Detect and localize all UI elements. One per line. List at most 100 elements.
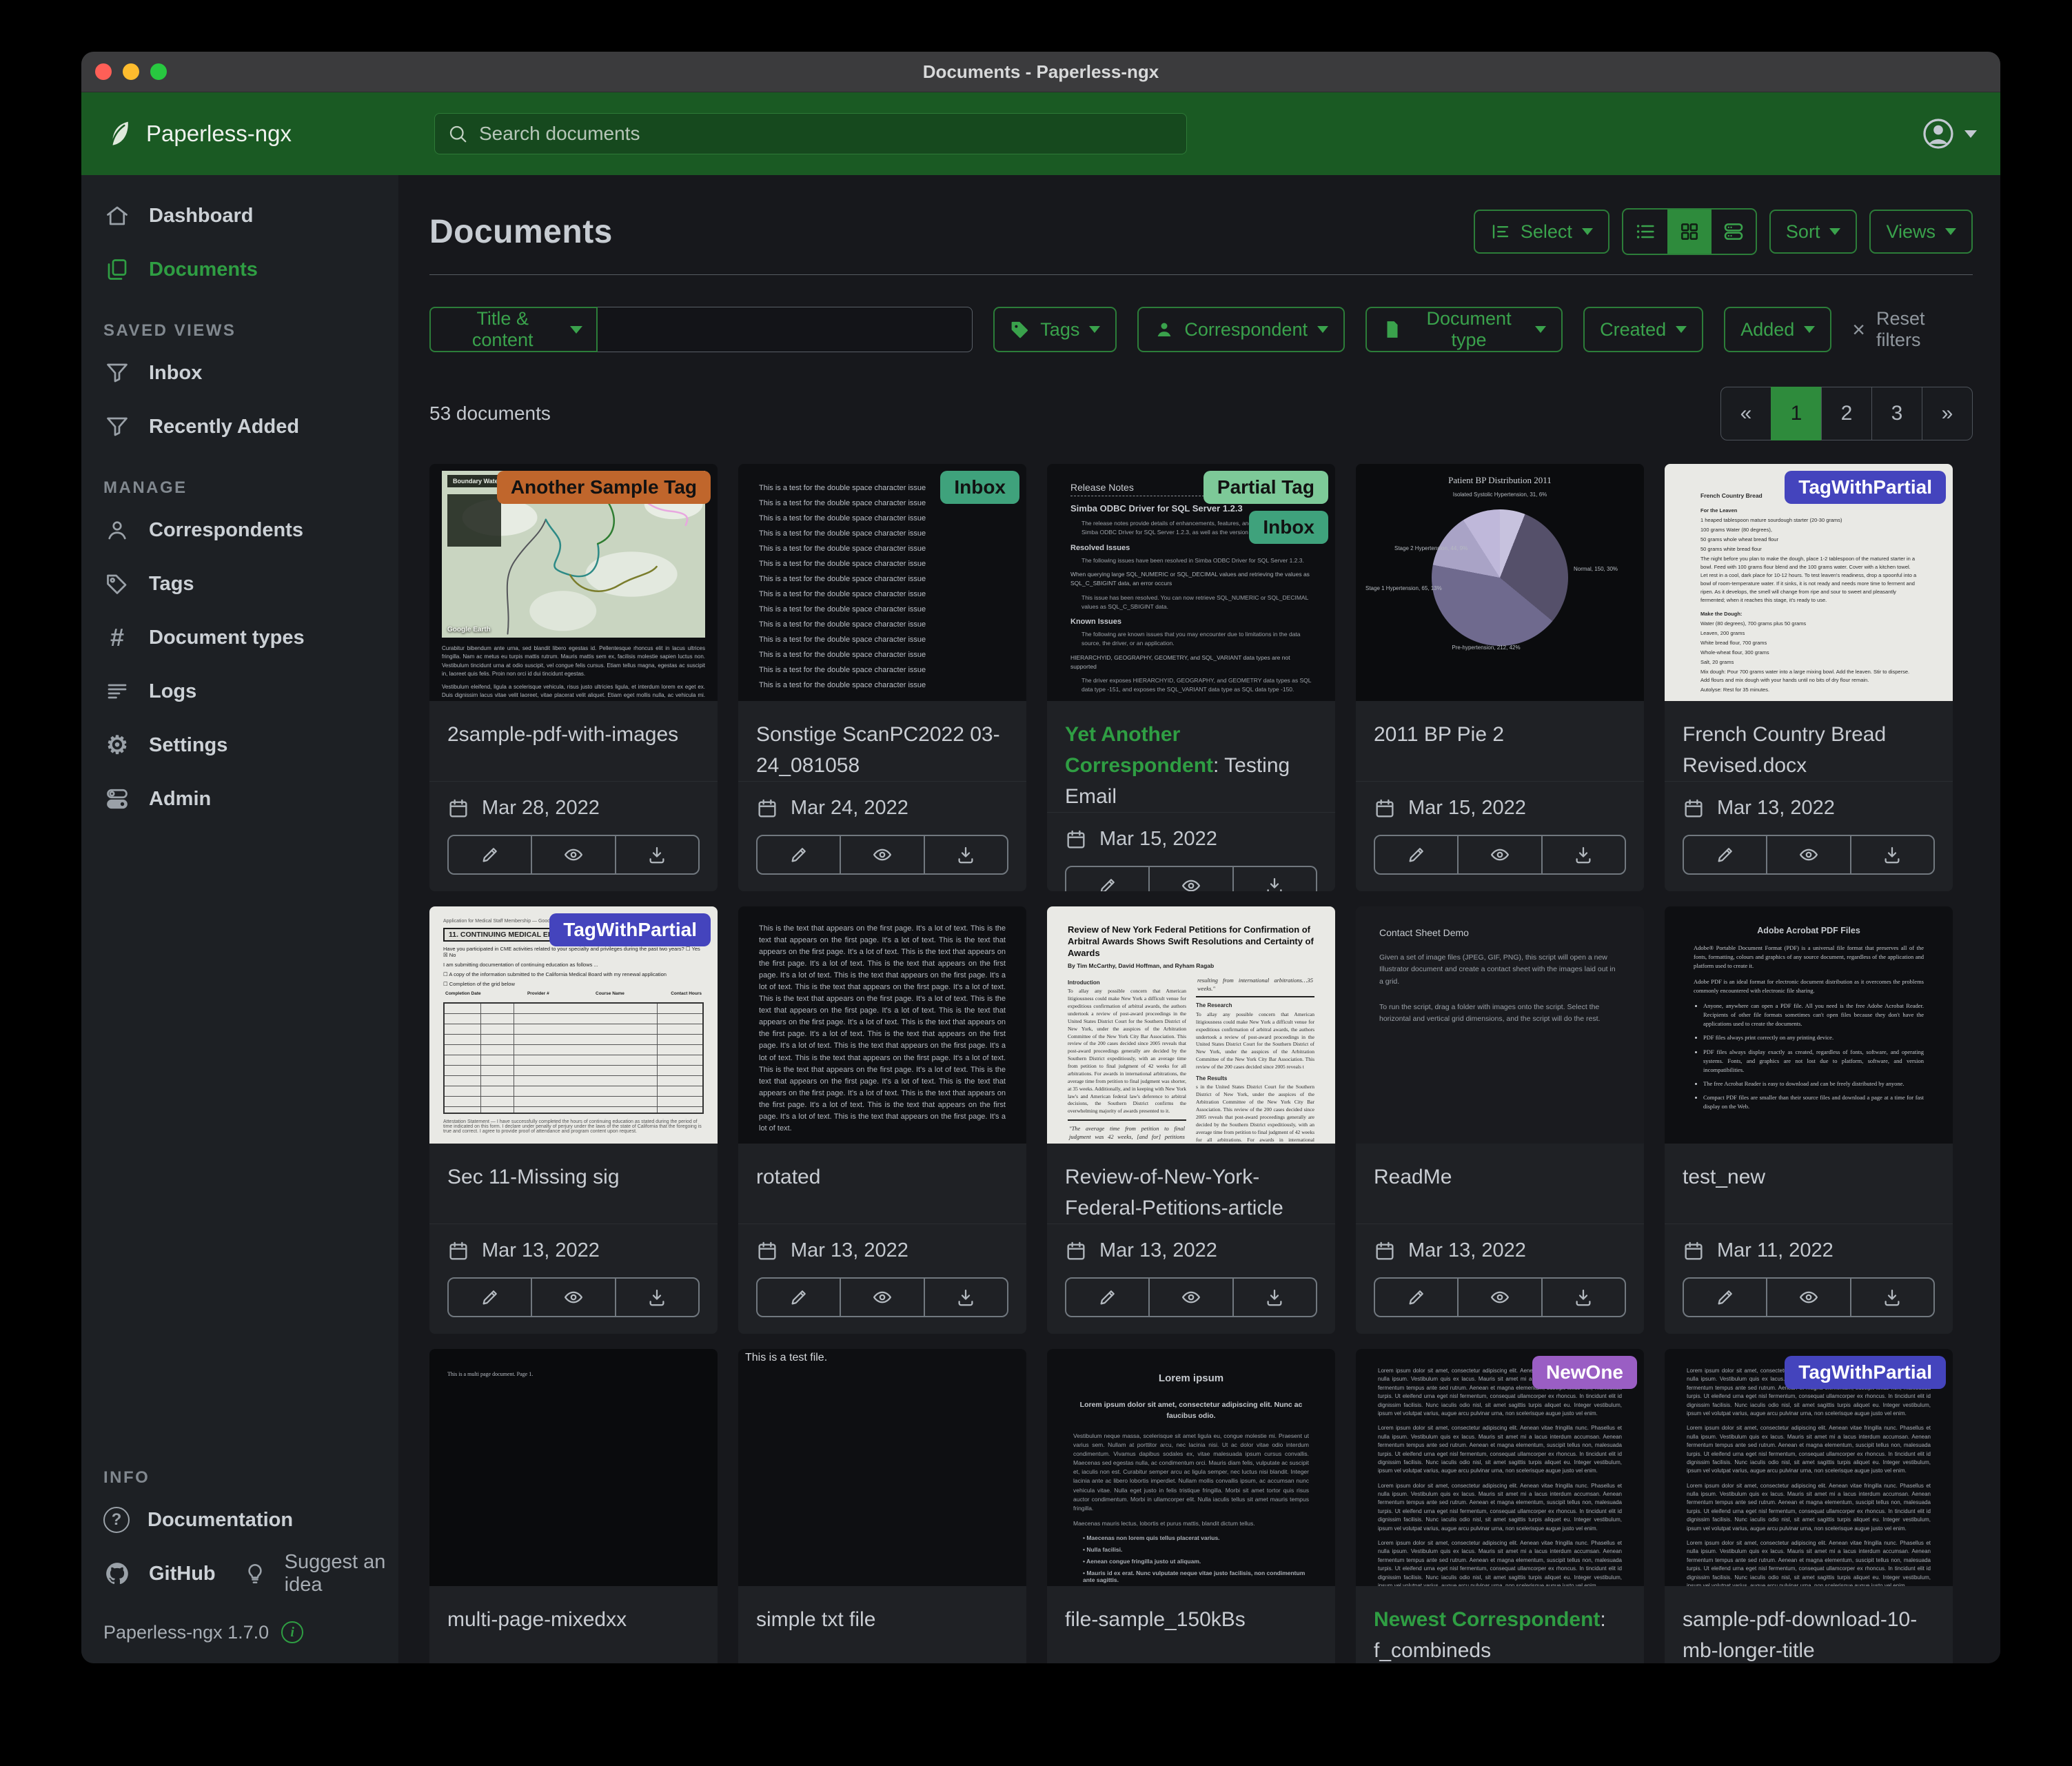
tag-badge[interactable]: Inbox [1249,511,1328,544]
sidebar-item-recently-added[interactable]: Recently Added [81,400,398,454]
edit-button[interactable] [1065,1277,1150,1317]
views-button[interactable]: Views [1869,210,1973,254]
app-logo[interactable]: Paperless-ngx [81,119,292,149]
sidebar-item-suggest-idea[interactable]: Suggest an idea [216,1547,398,1601]
filter-chip-added[interactable]: Added [1724,307,1831,352]
sidebar-item-dashboard[interactable]: Dashboard [81,189,398,243]
minimize-button[interactable] [123,63,139,80]
document-title[interactable]: Newest Correspondent: f_combineds [1356,1586,1644,1663]
document-thumbnail[interactable]: Review of New York Federal Petitions for… [1047,906,1335,1144]
view-button[interactable] [840,1277,924,1317]
tag-badge[interactable]: NewOne [1532,1356,1637,1389]
document-title[interactable]: French Country Bread Revised.docx [1665,701,1953,781]
document-title[interactable]: 2sample-pdf-with-images [429,701,718,750]
document-title[interactable]: multi-page-mixedxx [429,1586,718,1635]
download-button[interactable] [1850,1277,1935,1317]
title-content-dropdown[interactable]: Title & content [429,307,598,352]
sidebar-item-tags[interactable]: Tags [81,557,398,611]
filter-chip-document-type[interactable]: Document type [1365,307,1563,352]
document-thumbnail[interactable]: Contact Sheet DemoGiven a set of image f… [1356,906,1644,1144]
tag-badge[interactable]: Inbox [940,471,1019,504]
edit-button[interactable] [756,835,841,875]
edit-button[interactable] [756,1277,841,1317]
download-button[interactable] [924,1277,1008,1317]
tag-badge[interactable]: TagWithPartial [1785,1356,1946,1389]
document-thumbnail[interactable]: Lorem ipsum dolor sit amet, consectetur … [1665,1349,1953,1586]
view-button[interactable] [531,1277,616,1317]
document-thumbnail[interactable]: This is a test file. [738,1349,1026,1586]
edit-button[interactable] [1374,835,1459,875]
filter-chip-created[interactable]: Created [1583,307,1703,352]
select-button[interactable]: Select [1474,210,1609,254]
document-title[interactable]: Review-of-New-York-Federal-Petitions-art… [1047,1144,1335,1224]
sort-button[interactable]: Sort [1769,210,1858,254]
pagination-next-button[interactable]: » [1922,387,1973,440]
document-title[interactable]: Yet Another Correspondent: Testing Email [1047,701,1335,812]
edit-button[interactable] [447,1277,532,1317]
edit-button[interactable] [1683,1277,1767,1317]
grid-view-button[interactable] [1667,210,1712,254]
sidebar-item-correspondents[interactable]: Correspondents [81,503,398,557]
document-thumbnail[interactable]: Boundary Waters TripGoogle EarthCurabitu… [429,464,718,701]
document-thumbnail[interactable]: This is the text that appears on the fir… [738,906,1026,1144]
tag-badge[interactable]: TagWithPartial [1785,471,1946,504]
document-thumbnail[interactable]: Patient BP Distribution 2011Isolated Sys… [1356,464,1644,701]
document-title[interactable]: file-sample_150kBs [1047,1586,1335,1635]
edit-button[interactable] [447,835,532,875]
document-thumbnail[interactable]: This is a test for the double space char… [738,464,1026,701]
pagination-prev-button[interactable]: « [1720,387,1771,440]
view-button[interactable] [531,835,616,875]
pagination-page-2[interactable]: 2 [1821,387,1872,440]
document-title[interactable]: sample-pdf-download-10-mb-longer-title [1665,1586,1953,1663]
download-button[interactable] [615,1277,700,1317]
view-button[interactable] [840,835,924,875]
document-title[interactable]: 2011 BP Pie 2 [1356,701,1644,750]
tag-badge[interactable]: Another Sample Tag [497,471,711,504]
tag-badge[interactable]: Partial Tag [1203,471,1328,504]
sidebar-item-inbox[interactable]: Inbox [81,346,398,400]
view-button[interactable] [1457,835,1542,875]
title-content-input[interactable] [598,307,973,352]
document-title[interactable]: rotated [738,1144,1026,1192]
sidebar-item-documentation[interactable]: ?Documentation [81,1493,398,1547]
download-button[interactable] [1232,1277,1317,1317]
view-button[interactable] [1766,1277,1851,1317]
download-button[interactable] [1541,835,1626,875]
document-title[interactable]: ReadMe [1356,1144,1644,1192]
pagination-page-3[interactable]: 3 [1871,387,1922,440]
view-button[interactable] [1148,866,1233,891]
view-button[interactable] [1457,1277,1542,1317]
document-thumbnail[interactable]: Adobe Acrobat PDF FilesAdobe® Portable D… [1665,906,1953,1144]
document-title[interactable]: test_new [1665,1144,1953,1192]
close-button[interactable] [95,63,112,80]
document-thumbnail[interactable]: This is a multi page document. Page 1. [429,1349,718,1586]
detail-view-button[interactable] [1712,210,1756,254]
reset-filters-button[interactable]: × Reset filters [1852,308,1973,351]
edit-button[interactable] [1065,866,1150,891]
download-button[interactable] [924,835,1008,875]
filter-chip-tags[interactable]: Tags [993,307,1117,352]
document-thumbnail[interactable]: Release NotesSimba ODBC Driver for SQL S… [1047,464,1335,701]
sidebar-item-documents[interactable]: Documents [81,243,398,296]
sidebar-item-github[interactable]: GitHub [81,1547,216,1601]
search-input[interactable] [478,122,1174,145]
download-button[interactable] [615,835,700,875]
document-thumbnail[interactable]: French Country BreadFor the Leaven1 heap… [1665,464,1953,701]
view-button[interactable] [1148,1277,1233,1317]
edit-button[interactable] [1374,1277,1459,1317]
download-button[interactable] [1232,866,1317,891]
sidebar-item-document-types[interactable]: #Document types [81,611,398,664]
document-title[interactable]: Sonstige ScanPC2022 03-24_081058 [738,701,1026,781]
maximize-button[interactable] [150,63,167,80]
document-title[interactable]: Sec 11-Missing sig [429,1144,718,1192]
document-thumbnail[interactable]: Application for Medical Staff Membership… [429,906,718,1144]
user-menu[interactable] [1922,92,1977,175]
pagination-page-1[interactable]: 1 [1771,387,1822,440]
filter-chip-correspondent[interactable]: Correspondent [1137,307,1345,352]
list-view-button[interactable] [1623,210,1667,254]
view-button[interactable] [1766,835,1851,875]
sidebar-item-logs[interactable]: Logs [81,664,398,718]
tag-badge[interactable]: TagWithPartial [549,913,711,946]
download-button[interactable] [1850,835,1935,875]
edit-button[interactable] [1683,835,1767,875]
